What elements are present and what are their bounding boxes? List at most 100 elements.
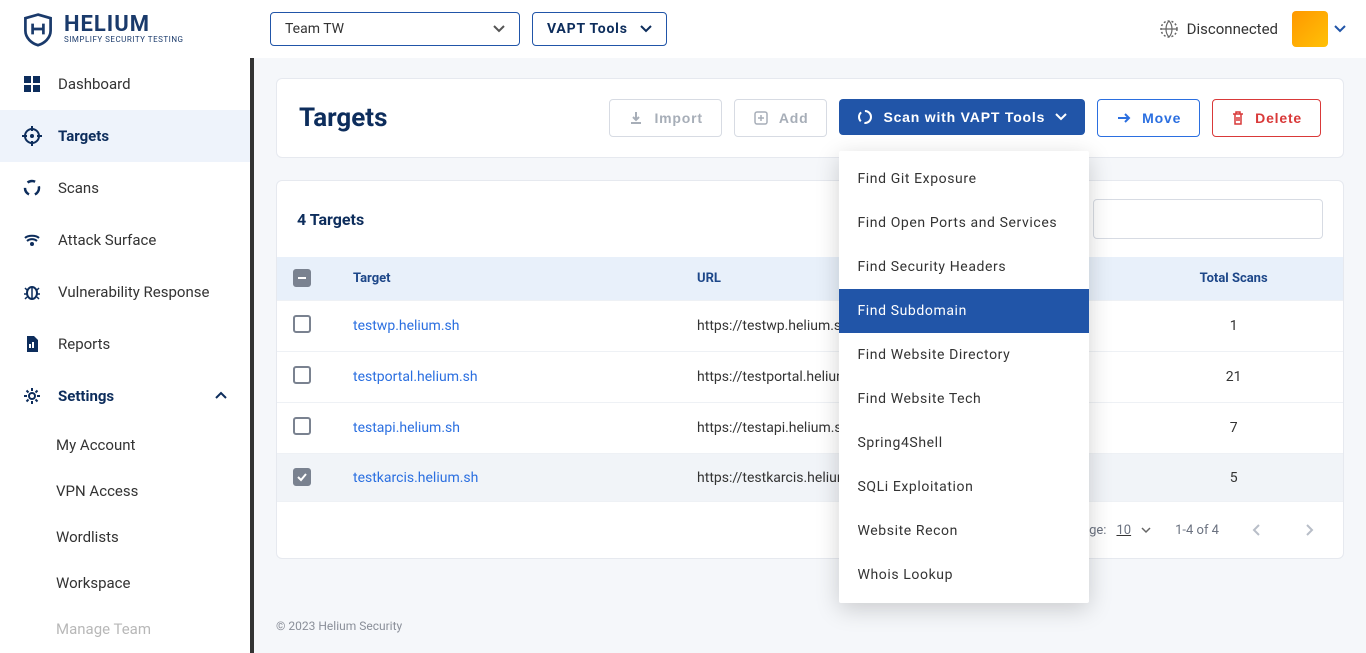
sidebar-item-targets[interactable]: Targets [0,110,250,162]
target-scans: 1 [1124,301,1343,352]
sidebar-sub-my-account[interactable]: My Account [0,422,250,468]
import-button[interactable]: Import [609,99,721,137]
sidebar-item-label: Scans [58,179,99,197]
scan-menu-item[interactable]: Whois Lookup [839,553,1089,597]
add-button[interactable]: Add [734,99,828,137]
target-link[interactable]: testportal.helium.sh [353,369,478,385]
scan-menu-item[interactable]: Find Website Directory [839,333,1089,377]
scan-menu-item[interactable]: Find Security Headers [839,245,1089,289]
scan-menu-item[interactable]: Find Website Tech [839,377,1089,421]
scan-menu-item[interactable]: SQLi Exploitation [839,465,1089,509]
chevron-up-icon [214,391,228,401]
target-scans: 5 [1124,454,1343,502]
plus-icon [753,110,769,126]
conn-status-text: Disconnected [1187,20,1278,38]
team-select[interactable]: Team TW [270,12,520,46]
sidebar-sub-wordlists[interactable]: Wordlists [0,514,250,560]
delete-button[interactable]: Delete [1212,99,1321,137]
th-scans[interactable]: Total Scans [1124,257,1343,301]
vapt-tools-select[interactable]: VAPT Tools [532,12,667,46]
footer: © 2023 Helium Security [254,607,1366,633]
target-scans: 7 [1124,403,1343,454]
card-head: 4 Targets [277,181,1343,257]
scan-menu-item[interactable]: Website Recon [839,509,1089,553]
scan-with-tools-button[interactable]: Scan with VAPT Tools [839,99,1085,135]
row-checkbox[interactable] [293,315,311,333]
chevron-down-icon [1334,25,1346,33]
avatar [1292,11,1328,47]
targets-count: 4 Targets [297,210,364,229]
scan-tools-dropdown: Find Git ExposureFind Open Ports and Ser… [839,151,1089,603]
sidebar-item-label: Reports [58,335,110,353]
scan-menu-item[interactable]: Find Subdomain [839,289,1089,333]
logo-shield-icon [20,11,56,47]
dashboard-icon [22,74,42,94]
select-all-checkbox[interactable] [293,269,311,287]
table-row: testwp.helium.shhttps://testwp.helium.sh… [277,301,1343,352]
th-target[interactable]: Target [337,257,681,301]
button-label: Move [1142,110,1181,126]
gear-icon [22,386,42,406]
target-icon [22,126,42,146]
logo-title: HELIUM [64,14,183,36]
logo: HELIUM SIMPLIFY SECURITY TESTING [20,11,250,47]
page-title: Targets [299,103,387,133]
trash-icon [1231,110,1245,126]
button-label: Import [654,110,702,126]
sidebar: Dashboard Targets Scans Attack Surface V… [0,58,250,653]
table-row: testportal.helium.shhttps://testportal.h… [277,352,1343,403]
pager: Items per page: 10 1-4 of 4 [277,501,1343,558]
target-link[interactable]: testkarcis.helium.sh [353,470,478,486]
target-link[interactable]: testwp.helium.sh [353,318,459,334]
sidebar-item-vuln-response[interactable]: Vulnerability Response [0,266,250,318]
target-link[interactable]: testapi.helium.sh [353,420,460,436]
import-icon [628,110,644,126]
sidebar-sub-vpn-access[interactable]: VPN Access [0,468,250,514]
sidebar-item-label: Dashboard [58,75,131,93]
sidebar-item-dashboard[interactable]: Dashboard [0,58,250,110]
wifi-icon [22,230,42,250]
chevron-down-icon [640,25,652,33]
move-button[interactable]: Move [1097,99,1200,137]
targets-card: 4 Targets Target URL Total Scans [276,180,1344,559]
scan-icon [22,178,42,198]
row-checkbox[interactable] [293,417,311,435]
table-row: testkarcis.helium.shhttps://testkarcis.h… [277,454,1343,502]
topbar-right: Disconnected [1159,11,1346,47]
prev-page-button[interactable] [1243,516,1271,544]
page-range: 1-4 of 4 [1175,523,1219,538]
file-icon [22,334,42,354]
sidebar-item-reports[interactable]: Reports [0,318,250,370]
search-input[interactable] [1093,199,1323,239]
sidebar-item-label: Targets [58,127,109,145]
sidebar-sub-workspace[interactable]: Workspace [0,560,250,606]
chevron-down-icon [1141,527,1151,534]
scan-menu-item[interactable]: Find Git Exposure [839,157,1089,201]
sidebar-item-attack-surface[interactable]: Attack Surface [0,214,250,266]
logo-sub: SIMPLIFY SECURITY TESTING [64,36,183,44]
button-label: Scan with VAPT Tools [883,109,1045,125]
sidebar-item-scans[interactable]: Scans [0,162,250,214]
sidebar-item-settings[interactable]: Settings [0,370,250,422]
row-checkbox[interactable] [293,468,311,486]
user-menu[interactable] [1292,11,1346,47]
sidebar-item-label: Vulnerability Response [58,283,209,301]
globe-icon [1159,19,1179,39]
next-page-button[interactable] [1295,516,1323,544]
row-checkbox[interactable] [293,366,311,384]
targets-table: Target URL Total Scans testwp.helium.shh… [277,257,1343,501]
button-label: Add [779,110,809,126]
bug-icon [22,282,42,302]
sidebar-sub-manage-team[interactable]: Manage Team [0,606,250,652]
sidebar-item-label: Settings [58,387,114,405]
arrow-right-icon [1116,111,1132,125]
table-row: testapi.helium.shhttps://testapi.helium.… [277,403,1343,454]
sidebar-item-label: Attack Surface [58,231,156,249]
conn-status: Disconnected [1159,19,1278,39]
page-head: Targets Import Add Scan with VAPT Tools [276,78,1344,158]
topbar: HELIUM SIMPLIFY SECURITY TESTING Team TW… [0,0,1366,58]
scan-menu-item[interactable]: Find Open Ports and Services [839,201,1089,245]
scan-menu-item[interactable]: Spring4Shell [839,421,1089,465]
team-value: Team TW [285,21,344,37]
circle-icon [857,109,873,125]
